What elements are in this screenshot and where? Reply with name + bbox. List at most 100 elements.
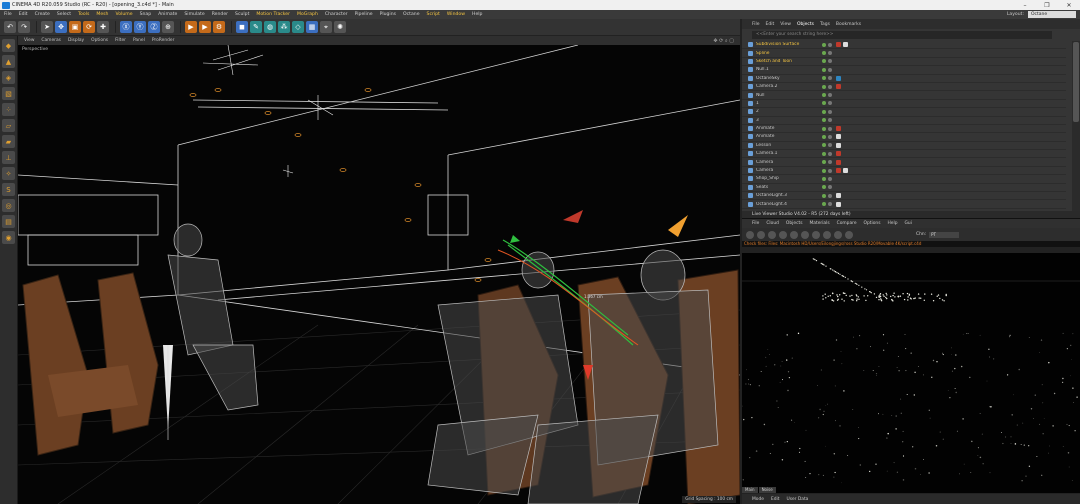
object-menu-file[interactable]: File: [752, 22, 760, 27]
menu-animate[interactable]: Animate: [158, 12, 177, 17]
object-row[interactable]: Subdivision Surface: [742, 41, 1066, 50]
restart-render-icon[interactable]: [757, 230, 765, 239]
editor-visibility-dot[interactable]: [822, 118, 826, 123]
menu-create[interactable]: Create: [35, 12, 50, 17]
pen-spline-icon[interactable]: ✎: [250, 21, 262, 33]
close-button[interactable]: ✕: [1058, 2, 1080, 9]
z-axis-lock-icon[interactable]: Ⓩ: [148, 21, 160, 33]
white-balance-icon[interactable]: [834, 230, 842, 239]
editor-visibility-dot[interactable]: [822, 185, 826, 190]
render-visibility-dot[interactable]: [828, 59, 832, 64]
object-row[interactable]: Camera: [742, 158, 1066, 167]
render-visibility-dot[interactable]: [828, 51, 832, 56]
menu-tools[interactable]: Tools: [78, 12, 89, 17]
render-visibility-dot[interactable]: [828, 93, 832, 98]
object-tag-icon[interactable]: [836, 84, 841, 90]
object-tag-icon[interactable]: [843, 168, 848, 174]
object-tag-icon[interactable]: [843, 42, 848, 48]
tweak-mode-icon[interactable]: ✧: [2, 167, 15, 180]
menu-volume[interactable]: Volume: [115, 12, 132, 17]
edges-mode-icon[interactable]: ▱: [2, 119, 15, 132]
polygons-mode-icon[interactable]: ▰: [2, 135, 15, 148]
object-row[interactable]: Sketch and Toon: [742, 58, 1066, 67]
points-mode-icon[interactable]: ⁘: [2, 103, 15, 116]
model-mode-icon[interactable]: ▲: [2, 55, 15, 68]
tab-noise[interactable]: Noise: [758, 487, 776, 493]
render-visibility-dot[interactable]: [828, 160, 832, 165]
viewport-menu-panel[interactable]: Panel: [133, 38, 145, 43]
render-visibility-dot[interactable]: [828, 84, 832, 89]
menu-edit[interactable]: Edit: [19, 12, 28, 17]
object-row[interactable]: Shop_Ship: [742, 175, 1066, 184]
object-row[interactable]: 3: [742, 117, 1066, 125]
render-visibility-dot[interactable]: [828, 126, 832, 131]
render-visibility-dot[interactable]: [828, 101, 832, 106]
workplane-icon[interactable]: ▧: [2, 87, 15, 100]
object-row[interactable]: Camera: [742, 167, 1066, 176]
editor-visibility-dot[interactable]: [822, 134, 826, 139]
channel-dropdown[interactable]: PT: [929, 231, 960, 238]
editor-visibility-dot[interactable]: [822, 176, 826, 181]
render-visibility-dot[interactable]: [828, 118, 832, 123]
object-tag-icon[interactable]: [836, 142, 841, 148]
editor-visibility-dot[interactable]: [822, 168, 826, 173]
deformer-icon[interactable]: ◇: [292, 21, 304, 33]
editor-visibility-dot[interactable]: [822, 67, 826, 72]
render-visibility-dot[interactable]: [828, 151, 832, 156]
editor-visibility-dot[interactable]: [822, 42, 826, 47]
viewport-menu-options[interactable]: Options: [91, 38, 108, 43]
menu-snap[interactable]: Snap: [140, 12, 152, 17]
live-viewer-menu-compare[interactable]: Compare: [837, 221, 857, 226]
object-tag-icon[interactable]: [836, 126, 841, 132]
clay-mode-icon[interactable]: [801, 230, 809, 239]
editor-visibility-dot[interactable]: [822, 126, 826, 131]
lock-resolution-icon[interactable]: [790, 230, 798, 239]
editor-visibility-dot[interactable]: [822, 160, 826, 165]
object-row[interactable]: Spline: [742, 49, 1066, 58]
editor-visibility-dot[interactable]: [822, 109, 826, 114]
editor-visibility-dot[interactable]: [822, 151, 826, 156]
object-tag-icon[interactable]: [836, 151, 841, 157]
menu-select[interactable]: Select: [57, 12, 71, 17]
object-row[interactable]: Camera.2: [742, 83, 1066, 92]
material-picker-icon[interactable]: [845, 230, 853, 239]
editor-visibility-dot[interactable]: [822, 59, 826, 64]
cloner-icon[interactable]: ⁂: [278, 21, 290, 33]
live-viewer-menu-help[interactable]: Help: [888, 221, 898, 226]
status-user-data[interactable]: User Data: [786, 497, 808, 502]
render-settings-icon[interactable]: ⚙: [213, 21, 225, 33]
perspective-viewport[interactable]: Perspective Grid Spacing : 100 cm 1.367 …: [18, 45, 740, 504]
subdivision-icon[interactable]: ◍: [264, 21, 276, 33]
editor-visibility-dot[interactable]: [822, 101, 826, 106]
x-axis-lock-icon[interactable]: Ⓧ: [120, 21, 132, 33]
editor-visibility-dot[interactable]: [822, 84, 826, 89]
live-viewer-menu-objects[interactable]: Objects: [786, 221, 803, 226]
live-viewer-menu-materials[interactable]: Materials: [810, 221, 830, 226]
object-menu-view[interactable]: View: [780, 22, 791, 27]
object-row[interactable]: 1: [742, 100, 1066, 109]
render-visibility-dot[interactable]: [828, 185, 832, 190]
menu-octane[interactable]: Octane: [403, 12, 420, 17]
object-row[interactable]: Seats: [742, 184, 1066, 193]
live-viewer-menu-options[interactable]: Options: [864, 221, 881, 226]
object-row[interactable]: OctaneSky: [742, 75, 1066, 83]
editor-visibility-dot[interactable]: [822, 93, 826, 98]
menu-mesh[interactable]: Mesh: [96, 12, 108, 17]
menu-character[interactable]: Character: [325, 12, 348, 17]
object-list-scrollbar[interactable]: [1072, 41, 1080, 211]
menu-mograph[interactable]: MoGraph: [297, 12, 318, 17]
viewport-menu-view[interactable]: View: [24, 38, 34, 43]
rotate-tool-icon[interactable]: ⟳: [83, 21, 95, 33]
menu-pipeline[interactable]: Pipeline: [355, 12, 373, 17]
object-search-input[interactable]: <<Enter your search string here>>: [752, 31, 1052, 39]
editor-visibility-dot[interactable]: [822, 193, 826, 198]
select-arrow-icon[interactable]: ➤: [41, 21, 53, 33]
object-menu-bookmarks[interactable]: Bookmarks: [836, 22, 861, 27]
editor-visibility-dot[interactable]: [822, 76, 826, 81]
make-editable-icon[interactable]: ◆: [2, 39, 15, 52]
texture-mode-icon[interactable]: ◈: [2, 71, 15, 84]
object-tag-icon[interactable]: [836, 201, 841, 207]
viewport-menu-cameras[interactable]: Cameras: [41, 38, 61, 43]
object-row[interactable]: 2: [742, 108, 1066, 117]
status-mode[interactable]: Mode: [752, 497, 764, 502]
